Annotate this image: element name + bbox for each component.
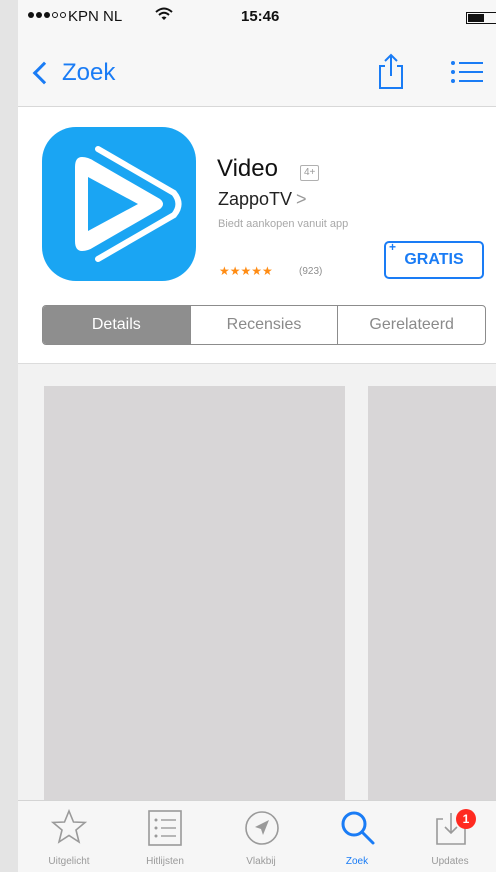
list-icon <box>148 810 182 846</box>
tab-top-charts[interactable]: Hitlijsten <box>117 801 213 872</box>
search-icon <box>341 811 375 845</box>
tab-label: Hitlijsten <box>146 856 184 867</box>
clock: 15:46 <box>241 8 280 25</box>
tab-near-me[interactable]: Vlakbij <box>213 801 309 872</box>
star-icon <box>51 809 87 844</box>
in-app-purchases-note: Biedt aankopen vanuit app <box>218 218 349 230</box>
get-button-label: GRATIS <box>404 251 464 268</box>
rating-count: (923) <box>299 266 323 277</box>
tab-search[interactable]: Zoek <box>309 801 405 872</box>
developer-link[interactable]: ZappoTV > <box>218 189 307 210</box>
tab-updates[interactable]: 1 Updates <box>402 801 496 872</box>
segment-related[interactable]: Gerelateerd <box>337 306 485 344</box>
status-bar: KPN NL 15:46 <box>18 0 496 36</box>
updates-badge: 1 <box>456 809 476 829</box>
back-button[interactable]: Zoek <box>30 56 115 90</box>
share-icon[interactable] <box>374 52 408 90</box>
device-frame: KPN NL 15:46 Zoek Video 4+ ZappoTV > Bie… <box>0 0 496 872</box>
developer-name: ZappoTV <box>218 189 293 209</box>
wifi-icon <box>155 7 173 20</box>
back-label: Zoek <box>62 59 116 86</box>
chevron-left-icon <box>32 61 56 85</box>
tab-featured[interactable]: Uitgelicht <box>21 801 117 872</box>
get-button[interactable]: + GRATIS <box>384 240 484 279</box>
tab-bar: Uitgelicht Hitlijsten Vlakbij Zoek 1 Upd… <box>18 800 496 872</box>
app-header: Video 4+ ZappoTV > Biedt aankopen vanuit … <box>18 107 496 364</box>
segment-reviews[interactable]: Recensies <box>189 306 338 344</box>
list-icon[interactable] <box>450 58 484 86</box>
plus-icon: + <box>389 240 397 254</box>
chevron-right-icon: > <box>296 189 307 209</box>
app-title: Video <box>217 155 278 182</box>
battery-icon <box>466 12 496 24</box>
tab-label: Updates <box>431 856 469 867</box>
tab-label: Zoek <box>345 856 369 867</box>
navigation-bar: Zoek <box>18 36 496 107</box>
segmented-control: Details Recensies Gerelateerd <box>42 305 486 345</box>
tab-label: Vlakbij <box>246 856 276 867</box>
app-store-screen: KPN NL 15:46 Zoek Video 4+ ZappoTV > Bie… <box>18 0 496 872</box>
star-rating: ★★★★★ <box>219 264 273 278</box>
app-icon <box>42 127 196 281</box>
age-rating-badge: 4+ <box>300 165 320 181</box>
screenshot-2[interactable] <box>368 386 496 806</box>
segment-details[interactable]: Details <box>43 306 190 344</box>
carrier-label: KPN NL <box>68 8 123 25</box>
play-logo-icon <box>75 146 182 262</box>
screenshot-gallery[interactable] <box>18 364 496 806</box>
tab-label: Uitgelicht <box>48 856 90 867</box>
signal-strength-icon <box>28 12 66 18</box>
screenshot-1[interactable] <box>44 386 345 806</box>
location-arrow-icon <box>245 811 279 845</box>
